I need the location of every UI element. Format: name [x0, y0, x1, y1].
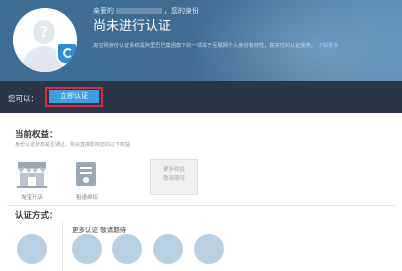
more-auth-methods-label: 更多认证 敬请期待 — [72, 226, 127, 234]
learn-more-link[interactable]: 了解更多 — [318, 43, 339, 49]
auth-methods-title: 认证方式： — [15, 211, 58, 221]
section-divider — [7, 205, 395, 206]
action-bar-label: 您可以： — [8, 94, 38, 103]
avatar: ? — [13, 8, 77, 72]
verification-status-title: 尚未进行认证 — [93, 19, 172, 34]
benefits-note: 身份认证状态是否通过，将会直接影响您的以下权益 — [15, 142, 131, 148]
verification-description: 淘宝网身份认证系统是阿里巴巴集团旗下的一项关于互联网个人身份有效性，真实性的认证… — [93, 43, 339, 49]
identity-header: ? 亲爱的 ，您的身份 尚未进行认证 淘宝网身份认证系统是阿里巴巴集团旗下的一项关… — [0, 0, 402, 81]
more-benefits-text: 更多权益 敬请期待 — [162, 167, 185, 182]
shield-icon — [56, 42, 77, 65]
auth-method-icon[interactable] — [17, 234, 47, 264]
header-glow — [190, 0, 402, 81]
redacted-username — [116, 8, 162, 14]
auth-method-icon[interactable] — [72, 234, 102, 264]
verify-now-button[interactable]: 立即认证 — [49, 90, 99, 103]
vertical-divider — [62, 222, 63, 271]
shop-icon — [15, 160, 51, 194]
rights-document-icon — [71, 160, 107, 194]
benefit-label-open-shop: 淘宝开店 — [20, 195, 43, 201]
benefits-title: 当前权益： — [15, 130, 58, 140]
benefit-label-rights: 租速维权 — [75, 195, 98, 201]
auth-method-icon[interactable] — [194, 234, 224, 264]
question-mark-icon: ? — [39, 23, 49, 41]
auth-method-icon[interactable] — [153, 234, 183, 264]
auth-method-icon[interactable] — [112, 234, 142, 264]
